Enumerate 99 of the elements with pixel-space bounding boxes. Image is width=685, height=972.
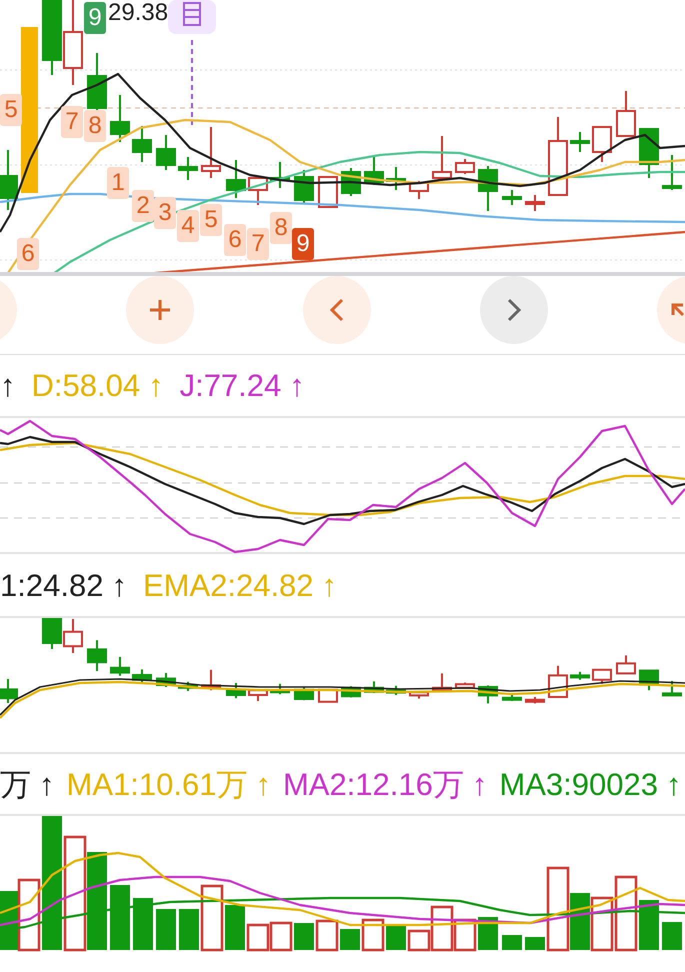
volume-bar (590, 896, 614, 952)
trend-arrow: ↑ (39, 768, 54, 800)
expand-icon (671, 303, 685, 317)
indicator-value: J:77.24 (180, 370, 282, 401)
candlestick (270, 162, 290, 188)
candlestick (42, 618, 62, 649)
trend-arrow: ↑ (289, 370, 305, 401)
sequence-count-label: 5 (0, 94, 22, 126)
candlestick (570, 132, 590, 152)
candlestick (592, 668, 612, 684)
candlestick (226, 683, 246, 698)
indicator-value: D:58.04 (32, 370, 140, 401)
trend-arrow: ↑ (111, 570, 127, 600)
candlestick (0, 679, 18, 703)
candlestick (226, 160, 246, 198)
trend-arrow: ↑ (255, 768, 271, 800)
indicator-value: EMA2:24.82 (142, 570, 314, 600)
candlestick (409, 181, 429, 199)
candlestick (63, 619, 83, 653)
note-icon[interactable] (168, 0, 216, 34)
sequence-count-label: 5 (200, 204, 222, 236)
sequence-count-label: 8 (84, 110, 106, 142)
volume-bar (662, 922, 682, 950)
candlestick (455, 159, 475, 174)
volume-bar (502, 935, 522, 950)
sequence-count-label: 7 (61, 106, 83, 138)
trend-arrow: ↑ (0, 370, 16, 401)
volume-bar (179, 909, 199, 950)
trend-arrow: ↑ (322, 570, 338, 600)
sequence-count-label: 3 (154, 197, 176, 229)
candlestick (592, 126, 612, 162)
volume-bar (386, 926, 406, 950)
volume-bar (270, 922, 292, 952)
candlestick (156, 673, 176, 687)
sequence-count-label: 9 (84, 2, 106, 34)
candlestick (178, 682, 198, 691)
candlestick (201, 670, 221, 690)
candlestick (639, 128, 659, 178)
candlestick (364, 156, 384, 185)
trend-arrow: ↑ (148, 370, 164, 401)
candlestick (132, 126, 152, 162)
volume-bar (110, 885, 130, 950)
candlestick (270, 684, 290, 694)
candlestick (0, 150, 18, 210)
trend-arrow: ↑ (666, 768, 682, 800)
candlestick (502, 190, 522, 205)
candlestick (156, 135, 176, 170)
candlestick (110, 95, 130, 142)
candlestick (248, 176, 268, 205)
candlestick (570, 672, 590, 680)
candlestick (478, 685, 498, 704)
sequence-count-label: 6 (224, 224, 246, 256)
candlestick (364, 681, 384, 693)
candlestick (201, 127, 221, 178)
volume-bar (525, 937, 545, 950)
volume-bar (133, 898, 153, 950)
volume-bar (294, 923, 314, 950)
candlestick (616, 655, 636, 674)
candlestick (110, 657, 130, 676)
sequence-count-label: 1 (107, 167, 129, 199)
volume-bar (156, 909, 176, 950)
candlestick (616, 91, 636, 137)
candlestick (548, 666, 568, 698)
sequence-count-label: 4 (177, 210, 199, 242)
candlestick (502, 695, 522, 701)
volume-bar (225, 905, 245, 950)
sequence-count-label: 7 (247, 228, 269, 260)
candlestick (525, 697, 545, 704)
candlestick (455, 682, 475, 689)
candlestick (525, 195, 545, 211)
candlestick (294, 170, 314, 203)
trend-arrow: ↑ (472, 768, 488, 800)
candlestick (478, 166, 498, 211)
candlestick (409, 691, 429, 699)
candlestick (386, 686, 406, 695)
sequence-count-label: 8 (270, 212, 292, 244)
sequence-count-label: 2 (132, 190, 154, 222)
sequence-count-label: 6 (17, 238, 39, 270)
sequence-count-label: 9 (292, 228, 314, 260)
candlestick (432, 136, 452, 179)
candlestick (248, 689, 268, 701)
candlestick (132, 669, 152, 684)
candlestick (662, 681, 682, 696)
candlestick (432, 673, 452, 692)
volume-bar (639, 900, 659, 950)
volume-bar (200, 884, 224, 952)
candlestick (662, 155, 682, 190)
indicator-value: 1:24.82 (0, 570, 104, 600)
indicator-value: 万 (0, 768, 31, 800)
candlestick (178, 157, 198, 180)
volume-bar (316, 920, 338, 952)
candlestick (386, 167, 406, 190)
volume-bar (362, 918, 384, 952)
indicator-value: MA1:10.61万 (66, 768, 248, 800)
indicator-value: MA3:90023 (499, 768, 658, 800)
candlestick (87, 640, 107, 671)
volume-bar (246, 924, 270, 952)
indicator-value: MA2:12.16万 (282, 768, 464, 800)
volume-bar (340, 929, 360, 950)
